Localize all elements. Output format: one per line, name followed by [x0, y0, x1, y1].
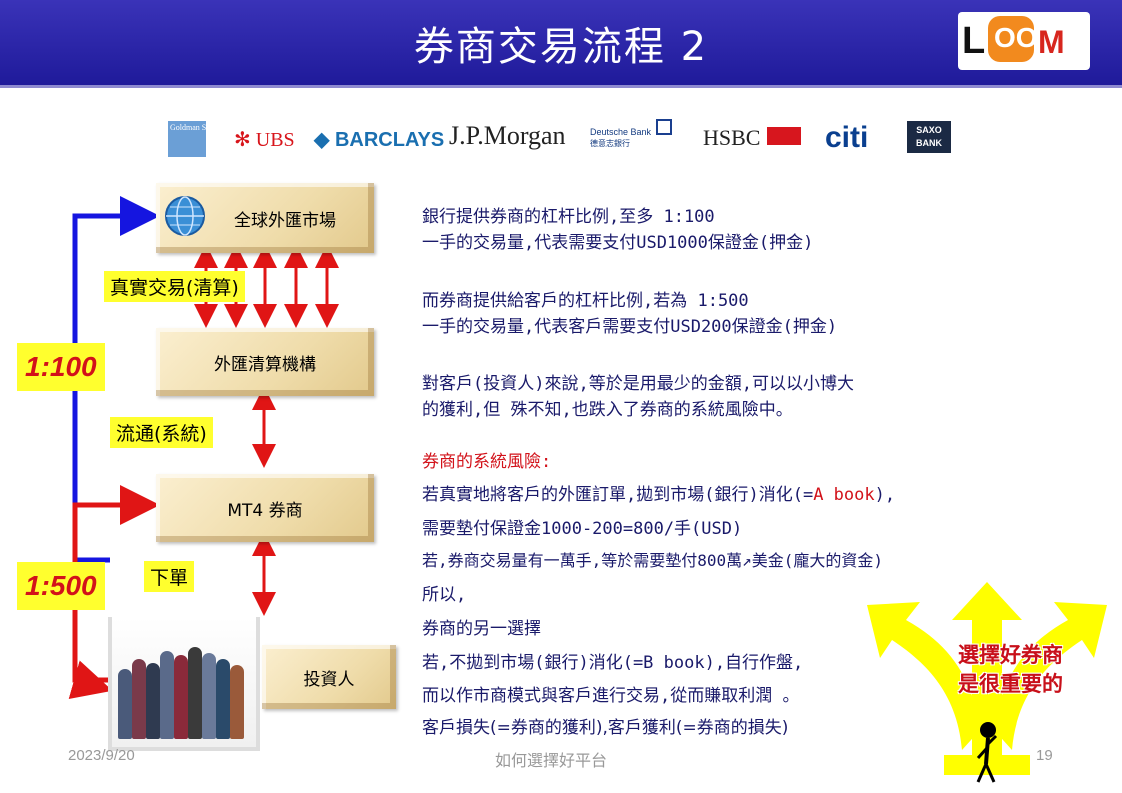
- real-trade-label: 真實交易(清算): [104, 271, 245, 302]
- risk-line-5: 券商的另一選擇: [422, 619, 541, 639]
- red-flow-arrow-lower: [68, 600, 113, 699]
- person-figure: [132, 659, 146, 739]
- footer-date: 2023/9/20: [68, 747, 135, 764]
- clearing-house-box: 外匯清算機構: [156, 328, 374, 396]
- investor-label: 投資人: [303, 669, 355, 690]
- circulation-label: 流通(系統): [110, 417, 213, 448]
- page-number: 19: [1036, 747, 1053, 764]
- risk-line-3: 若,券商交易量有一萬手,等於需要墊付800萬↗美金(龐大的資金): [422, 551, 884, 570]
- globe-icon: [165, 196, 205, 236]
- risk-line-4: 所以,: [422, 585, 467, 605]
- person-figure: [174, 655, 188, 739]
- investor-box: 投資人: [262, 645, 396, 709]
- ratio-1-100-badge: 1:100: [17, 343, 105, 391]
- ratio-1-500-badge: 1:500: [17, 562, 105, 610]
- person-figure: [188, 647, 202, 739]
- mt4-broker-box: MT4 券商: [156, 474, 374, 542]
- person-figure: [160, 651, 174, 739]
- risk-line-7: 而以作市商模式與客戶進行交易,從而賺取利潤 。: [422, 686, 800, 706]
- text-line-6: 的獲利,但 殊不知,也跌入了券商的系統風險中。: [422, 400, 793, 420]
- text-line-2: 一手的交易量,代表需要支付USD1000保證金(押金): [422, 233, 814, 253]
- person-figure: [146, 663, 160, 739]
- risk-line-8: 客戶損失(=券商的獲利),客戶獲利(=券商的損失): [422, 718, 789, 738]
- order-label: 下單: [144, 561, 195, 592]
- global-fx-market-label: 全球外匯市場: [234, 210, 336, 231]
- text-line-3: 而券商提供給客戶的杠杆比例,若為 1:500: [422, 291, 749, 311]
- text-line-5: 對客戶(投資人)來說,等於是用最少的金額,可以以小博大: [422, 374, 854, 394]
- risk-line-1: 若真實地將客戶的外匯訂單,拋到市場(銀行)消化(=A book),: [422, 485, 896, 505]
- text-line-4: 一手的交易量,代表客戶需要支付USD200保證金(押金): [422, 317, 838, 337]
- person-figure: [202, 653, 216, 739]
- risk-line-2: 需要墊付保證金1000-200=800/手(USD): [422, 519, 743, 539]
- risk-title: 券商的系統風險:: [422, 452, 552, 472]
- risk-line-6: 若,不拋到市場(銀行)消化(=B book),自行作盤,: [422, 653, 804, 673]
- text-line-1: 銀行提供券商的杠杆比例,至多 1:100: [422, 207, 715, 227]
- person-figure: [118, 669, 132, 739]
- callout-line-2: 是很重要的: [958, 671, 1063, 696]
- global-fx-market-box: 全球外匯市場: [156, 183, 374, 253]
- callout-text: 選擇好券商 是很重要的: [958, 640, 1063, 698]
- person-figure: [230, 665, 244, 739]
- footer-title: 如何選擇好平台: [495, 753, 608, 770]
- clearing-house-label: 外匯清算機構: [214, 354, 316, 375]
- mt4-broker-label: MT4 券商: [227, 500, 303, 521]
- callout-line-1: 選擇好券商: [958, 642, 1063, 667]
- investors-group-image: [108, 617, 260, 751]
- person-figure: [216, 659, 230, 739]
- a-book-highlight: A book: [813, 485, 875, 505]
